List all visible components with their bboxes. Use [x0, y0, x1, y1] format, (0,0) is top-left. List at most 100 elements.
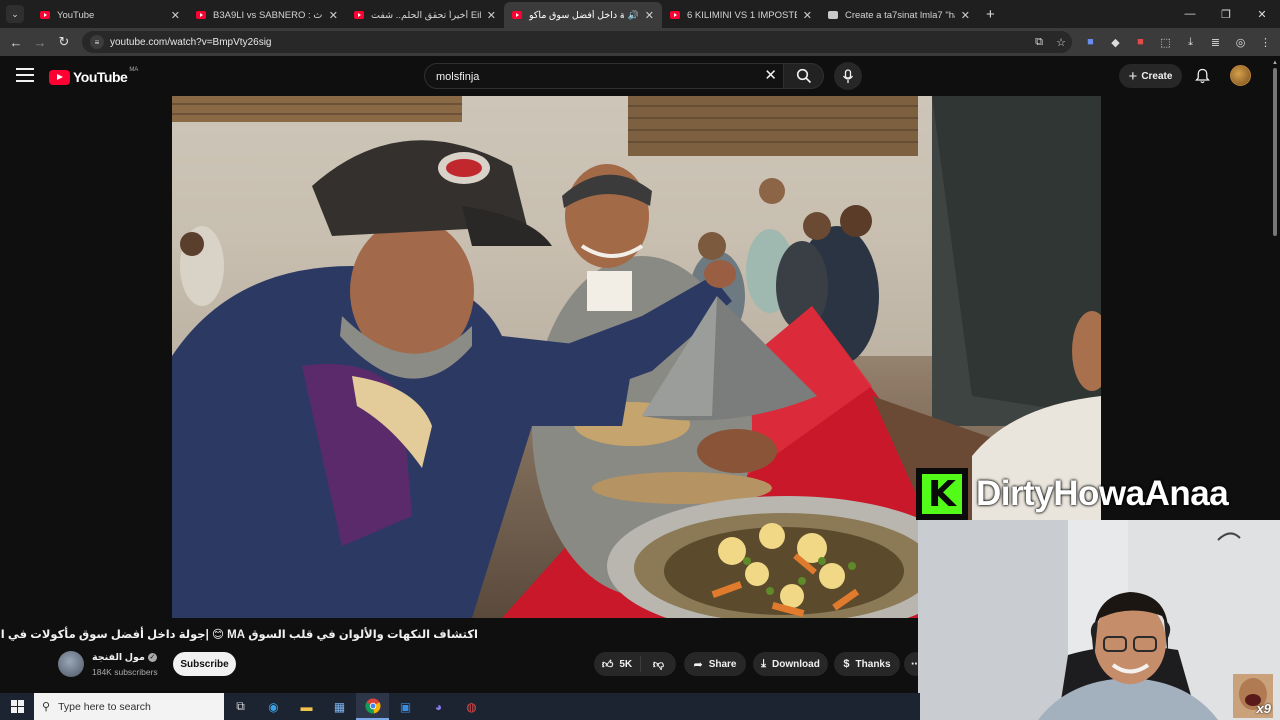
thanks-button[interactable]: $ Thanks: [834, 652, 900, 676]
channel-avatar[interactable]: [58, 651, 84, 677]
microsoft-store-icon[interactable]: ▦: [323, 693, 356, 720]
notifications-bell-icon[interactable]: [1192, 66, 1212, 86]
video-title: اكتشاف النكهات والألوان في قلب السوق MA …: [0, 629, 478, 641]
share-arrow-icon: ➦: [693, 658, 703, 671]
search-icon: [796, 68, 811, 84]
translate-extension-icon[interactable]: ■: [1078, 36, 1103, 49]
search-button[interactable]: [784, 63, 824, 89]
browser-toolbar: ← → ↻ ≡ youtube.com/watch?v=BmpVty26sig …: [0, 28, 1280, 56]
extension-icons: ■ ◆ ■ ⬚ ⤓ ≣ ◎ ⋮: [1078, 36, 1278, 49]
site-info-icon[interactable]: ≡: [90, 35, 104, 49]
app-icon[interactable]: ◍: [455, 693, 488, 720]
youtube-logo-text: YouTube: [73, 69, 128, 85]
close-window-icon[interactable]: ✕: [1244, 0, 1280, 28]
address-bar[interactable]: ≡ youtube.com/watch?v=BmpVty26sig ⧉ ☆: [82, 31, 1072, 53]
outlook-icon[interactable]: ▣: [389, 693, 422, 720]
webcam-feed: x9: [918, 520, 1280, 720]
search-icon: ⚲: [42, 701, 51, 713]
emote-count: x9: [1256, 701, 1271, 716]
scrollbar-thumb[interactable]: [1273, 68, 1277, 236]
voice-search-button[interactable]: [834, 62, 862, 90]
account-avatar[interactable]: [1230, 65, 1251, 86]
new-tab-icon[interactable]: +: [986, 6, 995, 23]
browser-tab[interactable]: Create a ta7sinat lmla7 "haircu ✕: [820, 2, 978, 28]
forward-icon[interactable]: →: [28, 35, 52, 50]
download-icon[interactable]: ⤓: [1178, 36, 1203, 49]
task-view-icon[interactable]: ⧉: [224, 693, 257, 720]
install-app-icon[interactable]: ⧉: [1028, 36, 1050, 49]
clear-search-icon[interactable]: ✕: [764, 66, 777, 84]
close-tab-icon[interactable]: ✕: [645, 9, 654, 22]
download-label: Download: [772, 658, 820, 670]
speaker-icon[interactable]: 🔊: [628, 10, 639, 21]
browser-tab-active[interactable]: جولة داخل أفضل سوق مأكو 🔊 ✕: [504, 2, 662, 28]
browser-tab[interactable]: B3A9LI vs SABNERO : ج للأحداث ✕: [188, 2, 346, 28]
youtube-logo[interactable]: YouTube MA: [49, 67, 139, 85]
windows-taskbar: ⚲ Type here to search ⧉ ◉ ▬ ▦ ▣ ◕ ◍: [0, 693, 920, 720]
subscriber-count: 184K subscribers: [92, 667, 158, 677]
close-tab-icon[interactable]: ✕: [487, 9, 496, 22]
close-tab-icon[interactable]: ✕: [329, 9, 338, 22]
restore-icon[interactable]: ❐: [1208, 0, 1244, 28]
close-tab-icon[interactable]: ✕: [171, 9, 180, 22]
search-input[interactable]: [436, 68, 756, 85]
taskbar-search[interactable]: ⚲ Type here to search: [34, 693, 224, 720]
chrome-icon[interactable]: [356, 693, 389, 720]
like-dislike-group: 👍︎ 5K 👎︎: [594, 652, 676, 676]
profile-icon[interactable]: ◎: [1228, 36, 1253, 49]
windows-start-icon[interactable]: [0, 693, 34, 720]
reload-icon[interactable]: ↻: [52, 34, 76, 50]
thumbs-up-icon: 👍︎: [601, 658, 614, 671]
webcam-image: [918, 520, 1280, 720]
browser-tab[interactable]: أخيراً تحقق الحلم.. شفت Eilish ✕: [346, 2, 504, 28]
url-text: youtube.com/watch?v=BmpVty26sig: [110, 36, 272, 48]
tab-title: أخيراً تحقق الحلم.. شفت Eilish: [371, 9, 481, 21]
kick-logo-letter: K: [922, 474, 962, 515]
like-button[interactable]: 👍︎ 5K: [594, 656, 641, 672]
bookmark-star-icon[interactable]: ☆: [1050, 36, 1072, 49]
share-button[interactable]: ➦ Share: [684, 652, 746, 676]
dislike-button[interactable]: 👎︎: [641, 658, 676, 671]
tab-search-icon[interactable]: ⌄: [6, 5, 24, 23]
youtube-header: YouTube MA ✕ + Create: [0, 56, 1280, 96]
browser-tab[interactable]: 6 KILIMINI VS 1 IMPOSTEUR - Y ✕: [662, 2, 820, 28]
extensions-puzzle-icon[interactable]: ⬚: [1153, 36, 1178, 49]
close-tab-icon[interactable]: ✕: [803, 9, 812, 22]
tab-title: 6 KILIMINI VS 1 IMPOSTEUR - Y: [687, 9, 797, 21]
window-controls: — ❐ ✕: [1172, 0, 1280, 28]
back-icon[interactable]: ←: [4, 35, 28, 50]
extension-icon[interactable]: ■: [1128, 36, 1153, 49]
download-arrow-icon: ⤓: [761, 657, 767, 670]
kick-logo-icon: K: [916, 468, 968, 520]
plus-icon: +: [1128, 67, 1138, 85]
search-box: ✕: [424, 63, 784, 89]
extension-icon[interactable]: ◆: [1103, 36, 1128, 49]
browser-tab[interactable]: YouTube ✕: [32, 2, 188, 28]
create-button[interactable]: + Create: [1119, 64, 1182, 88]
thumbs-down-icon: 👎︎: [652, 658, 665, 671]
reading-list-icon[interactable]: ≣: [1203, 36, 1228, 49]
tab-title: YouTube: [57, 9, 95, 21]
doc-icon: [828, 11, 838, 19]
minimize-icon[interactable]: —: [1172, 0, 1208, 28]
browser-tab-strip: ⌄ YouTube ✕ B3A9LI vs SABNERO : ج للأحدا…: [0, 0, 1280, 28]
thanks-label: Thanks: [855, 658, 891, 670]
share-label: Share: [708, 658, 737, 670]
country-code: MA: [129, 67, 139, 73]
download-button[interactable]: ⤓ Download: [753, 652, 828, 676]
tab-title: جولة داخل أفضل سوق مأكو: [529, 9, 624, 21]
youtube-play-icon: [49, 69, 70, 85]
file-explorer-icon[interactable]: ▬: [290, 693, 323, 720]
edge-browser-icon[interactable]: ◉: [257, 693, 290, 720]
channel-name[interactable]: مول الفنجة: [92, 652, 145, 663]
browser-menu-icon[interactable]: ⋮: [1253, 36, 1278, 49]
taskbar-search-placeholder: Type here to search: [58, 700, 151, 713]
menu-hamburger-icon[interactable]: [16, 68, 34, 82]
channel-name-row[interactable]: مول الفنجة ✓: [92, 652, 157, 663]
scroll-up-icon[interactable]: ▲: [1272, 60, 1278, 66]
close-tab-icon[interactable]: ✕: [961, 9, 970, 22]
discord-icon[interactable]: ◕: [422, 693, 455, 720]
microphone-icon: [842, 68, 854, 83]
youtube-icon: [196, 11, 206, 19]
subscribe-button[interactable]: Subscribe: [173, 652, 236, 676]
